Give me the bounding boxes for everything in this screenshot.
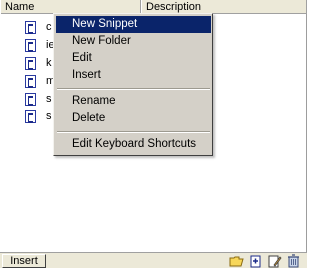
insert-button[interactable]: Insert (2, 254, 46, 268)
edit-icon[interactable] (267, 254, 282, 268)
context-menu: New Snippet New Folder Edit Insert Renam… (53, 13, 213, 156)
snippet-file-icon (25, 93, 36, 106)
folder-icon[interactable] (229, 254, 244, 268)
menu-item-new-folder[interactable]: New Folder (56, 33, 211, 50)
column-header-row: Name Description (0, 0, 307, 14)
snippet-item-label: s (46, 93, 52, 105)
menu-separator (57, 88, 210, 90)
snippet-file-icon (25, 75, 36, 88)
menu-item-delete[interactable]: Delete (56, 110, 211, 127)
bottom-toolbar: Insert (0, 252, 307, 268)
menu-item-edit-keyboard-shortcuts[interactable]: Edit Keyboard Shortcuts (56, 136, 211, 153)
column-header-description[interactable]: Description (141, 0, 307, 14)
menu-item-rename[interactable]: Rename (56, 93, 211, 110)
menu-item-insert[interactable]: Insert (56, 67, 211, 84)
new-snippet-icon[interactable] (248, 254, 263, 268)
snippet-file-icon (25, 110, 36, 123)
trash-icon[interactable] (286, 254, 301, 268)
snippet-item-label: s (46, 110, 52, 122)
menu-item-new-snippet[interactable]: New Snippet (56, 16, 211, 33)
snippet-item-label: c (46, 21, 52, 33)
snippets-panel: Name Description c ie k m s s New Snippe (0, 0, 307, 268)
column-header-name[interactable]: Name (0, 0, 141, 14)
menu-item-edit[interactable]: Edit (56, 50, 211, 67)
snippet-file-icon (25, 39, 36, 52)
snippet-file-icon (25, 21, 36, 34)
menu-separator (57, 131, 210, 133)
snippet-file-icon (25, 57, 36, 70)
snippet-item-label: k (46, 57, 52, 69)
